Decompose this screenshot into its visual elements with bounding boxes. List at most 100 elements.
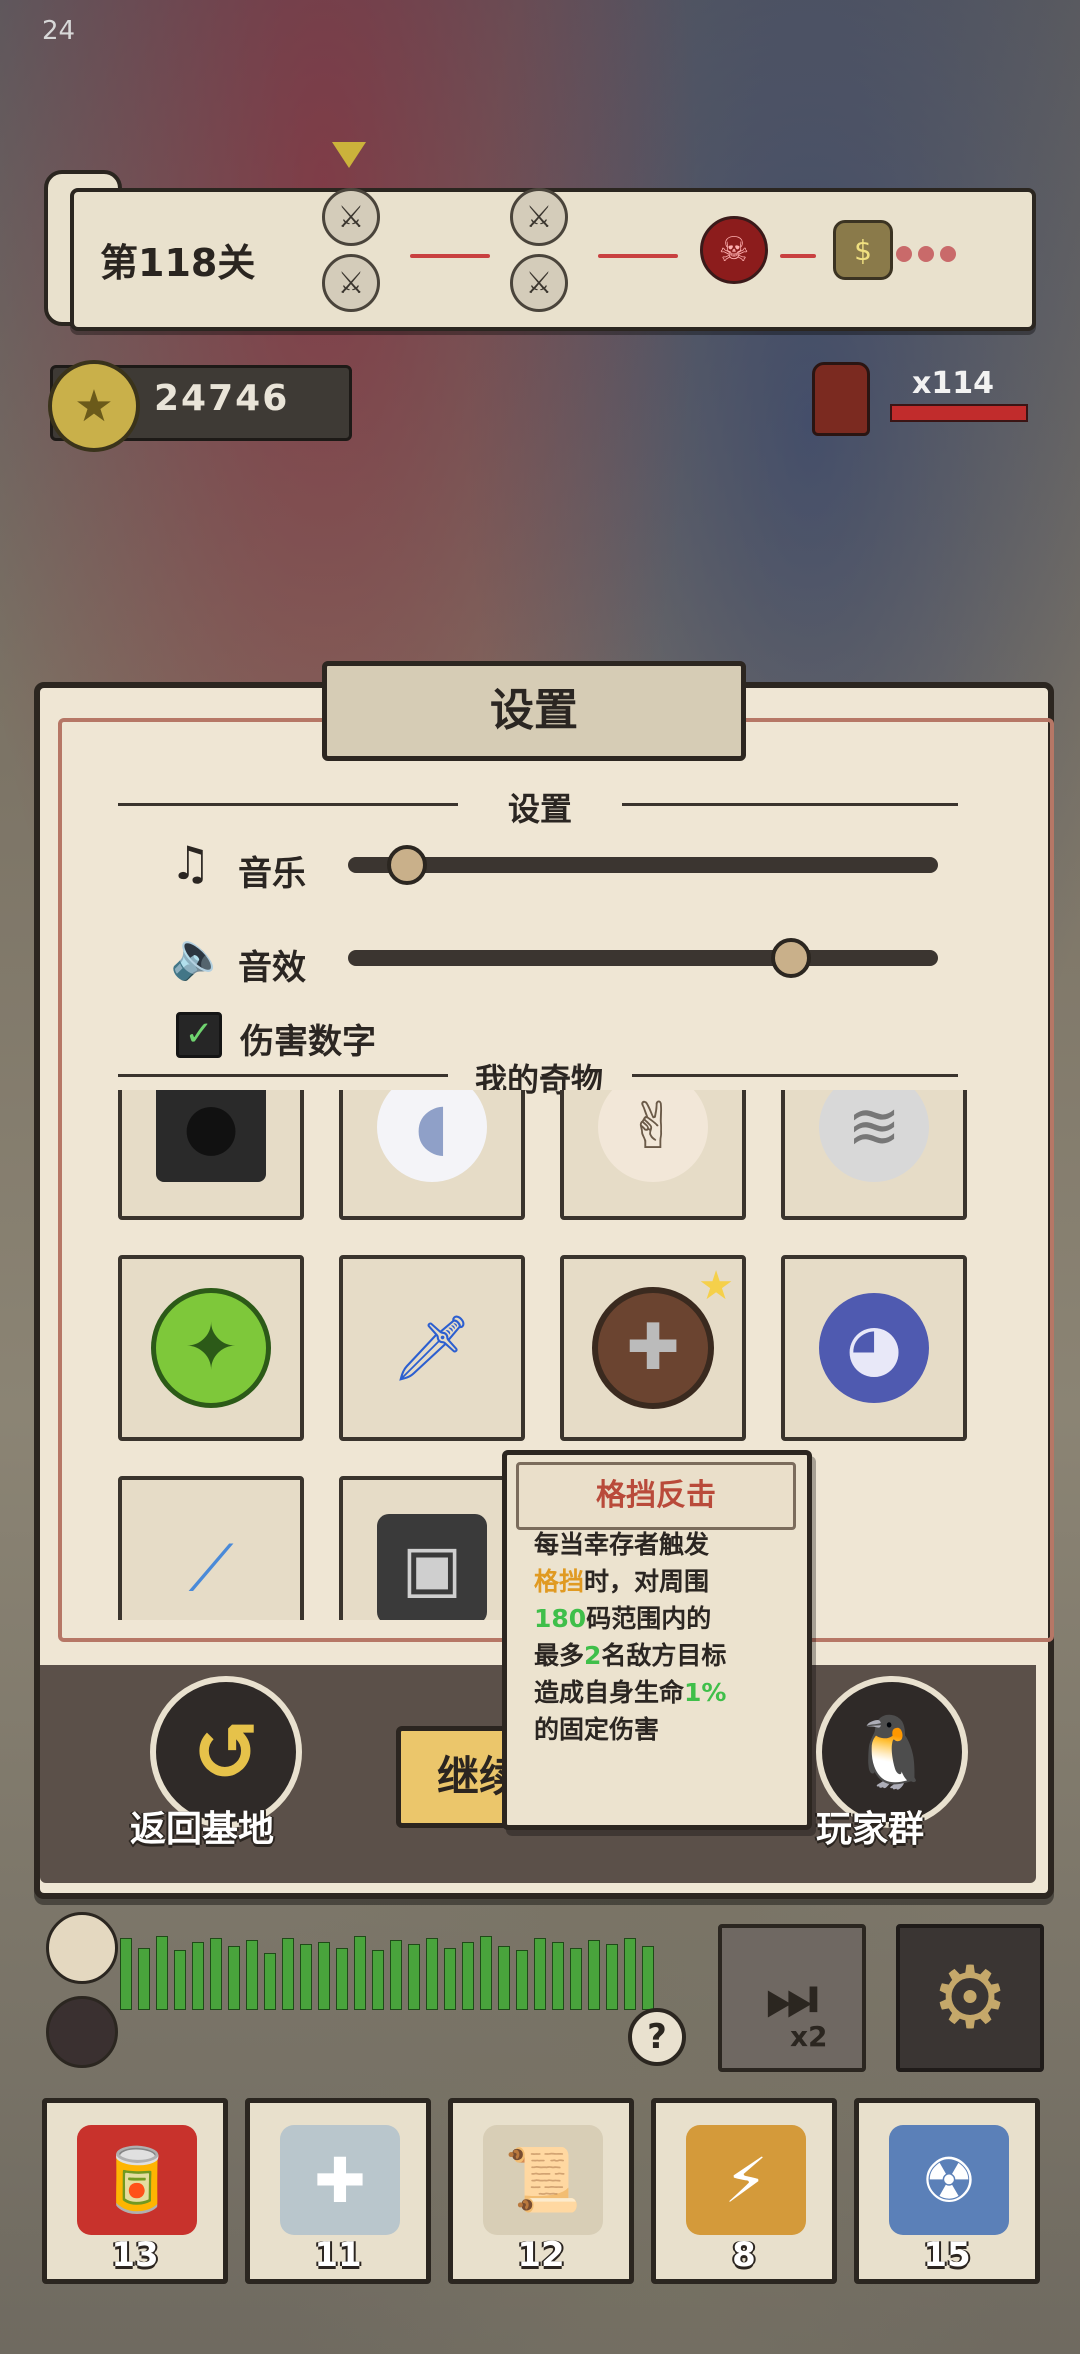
- section-divider: [632, 1074, 958, 1077]
- health-bar: [300, 1944, 312, 2010]
- item-count: 13: [111, 2235, 159, 2275]
- health-bar: [120, 1938, 132, 2010]
- lightning-paper-icon: ⚡: [686, 2125, 806, 2235]
- tooltip-description: 每当幸存者触发 格挡时，对周围 180码范围内的 最多2名敌方目标 造成自身生命…: [534, 1526, 794, 1748]
- section-divider: [622, 803, 958, 806]
- settings-section-title: 设置: [507, 790, 572, 828]
- cola-can-icon: 🥫: [77, 2125, 197, 2235]
- boss-demon-icon: ☠: [700, 216, 768, 284]
- health-bar: [174, 1950, 186, 2010]
- tooltip-title: 格挡反击: [596, 1478, 716, 1513]
- settings-title: 设置: [490, 685, 578, 736]
- medkit-icon: ✚: [280, 2125, 400, 2235]
- health-bar: [570, 1948, 582, 2010]
- health-bar: [588, 1940, 600, 2010]
- wave-sword-icon: ⚔: [322, 254, 380, 312]
- health-bar: [264, 1953, 276, 2010]
- current-wave-pointer-icon: [332, 142, 366, 168]
- health-bar: [606, 1944, 618, 2010]
- speaker-icon: 🔈: [170, 928, 228, 982]
- wave-sword-icon: ⚔: [322, 188, 380, 246]
- relic-slot[interactable]: ●: [118, 1090, 304, 1220]
- relic-slot[interactable]: ◖: [339, 1090, 525, 1220]
- health-bar: [462, 1942, 474, 2010]
- relic-slot[interactable]: ✦: [118, 1255, 304, 1441]
- help-icon[interactable]: ?: [628, 2008, 686, 2066]
- speed-label: x2: [790, 2020, 828, 2053]
- wave-sword-icon: ⚔: [510, 254, 568, 312]
- blue-sword-icon: 🗡: [391, 1311, 473, 1386]
- health-bar: [192, 1942, 204, 2010]
- relic-slot[interactable]: ▣: [339, 1476, 525, 1620]
- scroll-icon: 📜: [483, 2125, 603, 2235]
- backpack-icon: ▣: [377, 1514, 487, 1620]
- damage-numbers-checkbox[interactable]: ✓: [176, 1012, 222, 1058]
- health-bar: [498, 1946, 510, 2010]
- coin-icon: ★: [48, 360, 140, 452]
- reward-dot: [918, 246, 934, 262]
- penguin-icon: 🐧: [848, 1710, 936, 1793]
- reward-bag-icon: $: [833, 220, 893, 280]
- survivor-avatar: [46, 1996, 118, 2068]
- settings-gear-button[interactable]: ⚙: [896, 1924, 1044, 2072]
- wave-connector: [780, 254, 816, 258]
- spiked-shield-icon: ✚: [592, 1287, 714, 1409]
- item-count: 11: [314, 2235, 362, 2275]
- player-group-label[interactable]: 玩家群: [816, 1800, 924, 1852]
- tooltip-line: 180码范围内的: [534, 1604, 712, 1633]
- gear-icon: ⚙: [931, 1948, 1009, 2048]
- wave-sword-icon: ⚔: [510, 188, 568, 246]
- item-slot[interactable]: 🥫 13: [42, 2098, 228, 2284]
- music-slider[interactable]: [348, 857, 938, 873]
- tooltip-line: 最多2名敌方目标: [534, 1641, 727, 1670]
- back-to-base-label[interactable]: 返回基地: [130, 1800, 274, 1852]
- reward-dot: [940, 246, 956, 262]
- sound-slider[interactable]: [348, 950, 938, 966]
- item-slot[interactable]: ✚ 11: [245, 2098, 431, 2284]
- milk-bottle-icon: ◖: [377, 1090, 487, 1182]
- health-bar: [642, 1946, 654, 2010]
- crossed-fingers-icon: ✌: [598, 1090, 708, 1182]
- health-bar: [210, 1938, 222, 2010]
- sound-label: 音效: [238, 948, 306, 988]
- item-count: 15: [923, 2235, 971, 2275]
- health-bar: [534, 1938, 546, 2010]
- item-slot[interactable]: ⚡ 8: [651, 2098, 837, 2284]
- relic-slot[interactable]: ✌: [560, 1090, 746, 1220]
- reward-dot: [896, 246, 912, 262]
- music-slider-thumb[interactable]: [387, 845, 427, 885]
- relic-slot[interactable]: ◕: [781, 1255, 967, 1441]
- item-slot[interactable]: ☢ 15: [854, 2098, 1040, 2284]
- health-bar: [336, 1948, 348, 2010]
- wave-connector: [598, 254, 678, 258]
- health-bar: [426, 1938, 438, 2010]
- relic-slot[interactable]: ✚ ★: [560, 1255, 746, 1441]
- health-bar: [480, 1936, 492, 2010]
- relic-slot[interactable]: 🗡: [339, 1255, 525, 1441]
- health-bar: [624, 1938, 636, 2010]
- item-slot[interactable]: 📜 12: [448, 2098, 634, 2284]
- tooltip-line: 的固定伤害: [534, 1715, 660, 1744]
- section-divider: [118, 803, 458, 806]
- ice-blade-icon: ⟋: [188, 1532, 234, 1606]
- item-count: 12: [517, 2235, 565, 2275]
- tooltip-line: 每当幸存者触发: [534, 1530, 710, 1559]
- relic-slot[interactable]: ⟋: [118, 1476, 304, 1620]
- enemy-health-bar: [890, 404, 1028, 422]
- health-bar: [444, 1948, 456, 2010]
- music-label: 音乐: [238, 854, 306, 894]
- nuke-canister-icon: ☢: [889, 2125, 1009, 2235]
- star-icon: ★: [698, 1263, 734, 1309]
- health-bar: [228, 1946, 240, 2010]
- tooltip-line: 格挡时，对周围: [534, 1567, 710, 1596]
- health-bar: [282, 1938, 294, 2010]
- relic-slot[interactable]: ≋: [781, 1090, 967, 1220]
- item-count: 8: [732, 2235, 756, 2275]
- health-bar: [390, 1940, 402, 2010]
- health-bar: [138, 1948, 150, 2010]
- section-divider: [118, 1074, 448, 1077]
- sound-slider-thumb[interactable]: [770, 938, 811, 978]
- health-bar: [354, 1936, 366, 2010]
- music-note-icon: ♫: [170, 836, 212, 890]
- pigeon-icon: ◕: [819, 1293, 929, 1403]
